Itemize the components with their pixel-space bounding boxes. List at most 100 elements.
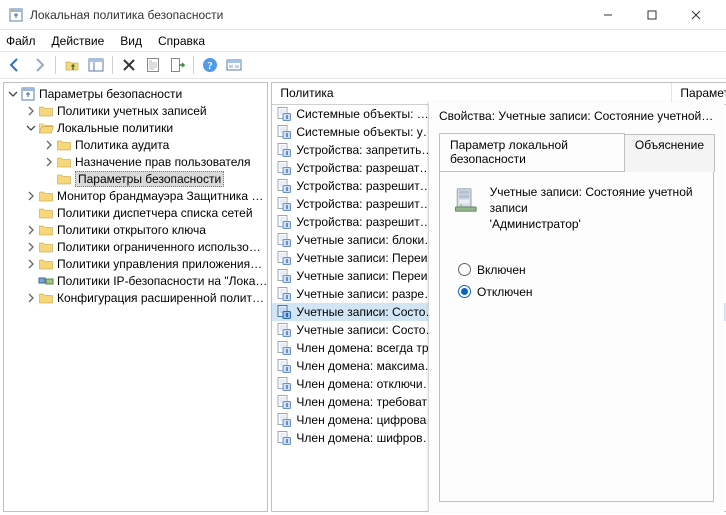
menu-file[interactable]: Файл	[6, 34, 36, 48]
expander-closed-icon[interactable]	[24, 259, 38, 269]
tree-item[interactable]: Политики учетных записей	[4, 102, 267, 119]
policy-icon	[276, 430, 292, 446]
tab-panel: Учетные записи: Состояние учетной записи…	[439, 171, 714, 502]
folder-icon	[56, 171, 72, 187]
help-button[interactable]	[199, 54, 221, 76]
tab-local-security[interactable]: Параметр локальной безопасности	[439, 133, 625, 171]
tree-item[interactable]: Конфигурация расширенной полит…	[4, 289, 267, 306]
tree-item[interactable]: Политика аудита	[4, 136, 267, 153]
properties-icon	[145, 57, 161, 73]
separator	[55, 56, 56, 74]
back-icon	[7, 57, 23, 73]
tree-item-label: Параметры безопасности	[75, 171, 224, 187]
tree-item-label: Назначение прав пользователя	[75, 155, 251, 169]
expander-closed-icon[interactable]	[42, 157, 56, 167]
server-icon	[452, 184, 480, 216]
tree-root-label: Параметры безопасности	[39, 87, 182, 101]
radio-disabled-label: Отключен	[477, 285, 533, 299]
folder-icon	[38, 205, 54, 221]
menu-action[interactable]: Действие	[52, 34, 105, 48]
policy-label: Системные объекты: …	[296, 107, 428, 121]
root-icon	[20, 86, 36, 102]
up-button[interactable]	[61, 54, 83, 76]
policy-label: Учетные записи: разре…	[296, 287, 436, 301]
config-button[interactable]	[223, 54, 245, 76]
separator	[112, 56, 113, 74]
expander-closed-icon[interactable]	[42, 140, 56, 150]
column-policy[interactable]: Политика	[272, 83, 672, 104]
tree-item[interactable]: Монитор брандмауэра Защитника …	[4, 187, 267, 204]
forward-button[interactable]	[28, 54, 50, 76]
expander-open-icon[interactable]	[6, 89, 20, 99]
tree-item-label: Конфигурация расширенной полит…	[57, 291, 264, 305]
radio-enabled[interactable]: Включен	[458, 263, 701, 277]
toolbar	[0, 51, 726, 79]
expander-closed-icon[interactable]	[24, 225, 38, 235]
back-button[interactable]	[4, 54, 26, 76]
radio-disabled[interactable]: Отключен	[458, 285, 701, 299]
policy-label: Член домена: максима…	[296, 359, 436, 373]
folder-icon	[56, 154, 72, 170]
column-setting[interactable]: Параметр бе…	[672, 83, 726, 104]
folder-icon	[56, 137, 72, 153]
tree-pane[interactable]: Параметры безопасности Политики учетных з…	[3, 82, 268, 512]
policy-icon	[276, 250, 292, 266]
policy-name: Учетные записи: Состояние учетной записи…	[490, 184, 701, 233]
tree-item-label: Политики учетных записей	[57, 104, 207, 118]
properties-dialog: Свойства: Учетные записи: Состояние учет…	[428, 102, 724, 512]
folder-icon	[38, 256, 54, 272]
help-icon	[202, 57, 218, 73]
tree-item-label: Монитор брандмауэра Защитника …	[57, 189, 263, 203]
tree-item[interactable]: Назначение прав пользователя	[4, 153, 267, 170]
expander-closed-icon[interactable]	[24, 106, 38, 116]
menu-view[interactable]: Вид	[120, 34, 142, 48]
policy-label: Член домена: всегда тр…	[296, 341, 440, 355]
tree-item[interactable]: Политики ограниченного использо…	[4, 238, 267, 255]
policy-label: Системные объекты: у…	[296, 125, 434, 139]
minimize-button[interactable]	[586, 1, 630, 29]
policy-label: Член домена: отключи…	[296, 377, 434, 391]
policy-label: Учетные записи: блоки…	[296, 233, 436, 247]
tab-explanation[interactable]: Объяснение	[624, 134, 715, 172]
delete-button[interactable]	[118, 54, 140, 76]
tree-item[interactable]: Политики управления приложения…	[4, 255, 267, 272]
export-button[interactable]	[166, 54, 188, 76]
delete-icon	[121, 57, 137, 73]
panes-button[interactable]	[85, 54, 107, 76]
policy-label: Учетные записи: Переи…	[296, 269, 439, 283]
close-button[interactable]	[674, 1, 718, 29]
expander-closed-icon[interactable]	[24, 242, 38, 252]
radio-enabled-label: Включен	[477, 263, 526, 277]
menu-help[interactable]: Справка	[158, 34, 205, 48]
ipsec-icon	[38, 273, 54, 289]
policy-label: Устройства: запретить…	[296, 143, 433, 157]
folder-icon	[38, 222, 54, 238]
policy-icon	[276, 358, 292, 374]
policy-icon	[276, 322, 292, 338]
policy-label: Член домена: шифров…	[296, 431, 434, 445]
tree-root[interactable]: Параметры безопасности	[4, 85, 267, 102]
expander-open-icon[interactable]	[24, 123, 38, 133]
policy-icon	[276, 232, 292, 248]
tree-item-label: Политики IP-безопасности на "Лока…	[57, 274, 267, 288]
maximize-button[interactable]	[630, 1, 674, 29]
up-folder-icon	[64, 57, 80, 73]
policy-label: Устройства: разрешит…	[296, 179, 431, 193]
tree-item-label: Политики открытого ключа	[57, 223, 206, 237]
expander-closed-icon[interactable]	[24, 191, 38, 201]
policy-icon	[276, 268, 292, 284]
tree-item[interactable]: Политики IP-безопасности на "Лока…	[4, 272, 267, 289]
expander-closed-icon[interactable]	[24, 293, 38, 303]
policy-icon	[276, 196, 292, 212]
policy-icon	[276, 376, 292, 392]
tree-item[interactable]: Параметры безопасности	[4, 170, 267, 187]
policy-icon	[276, 178, 292, 194]
radio-icon	[458, 263, 471, 276]
policy-label: Устройства: разрешат…	[296, 161, 431, 175]
tree-item[interactable]: Локальные политики	[4, 119, 267, 136]
properties-button[interactable]	[142, 54, 164, 76]
tree-item-label: Политики диспетчера списка сетей	[57, 206, 253, 220]
export-icon	[169, 57, 185, 73]
tree-item[interactable]: Политики открытого ключа	[4, 221, 267, 238]
tree-item[interactable]: Политики диспетчера списка сетей	[4, 204, 267, 221]
